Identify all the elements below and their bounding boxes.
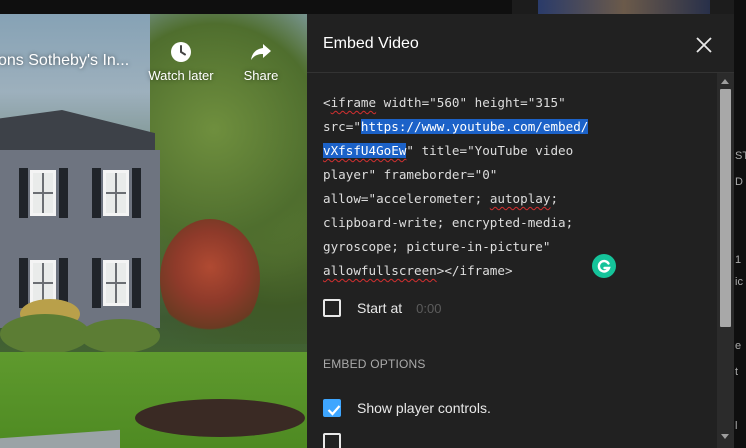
close-icon [696,37,712,53]
shutter [59,168,68,218]
dialog-title: Embed Video [323,35,419,52]
sidebar-fragment: ST D 1 ic e t l [734,0,746,448]
code-text: iframe [330,95,377,110]
sidebar-text-fragment: ic [735,276,743,288]
start-at-label: Start at [357,300,403,316]
show-controls-label: Show player controls. [357,400,491,416]
shutter [92,258,101,308]
code-text: " title="YouTube video [406,143,574,158]
shutter [92,168,101,218]
next-option-checkbox[interactable] [323,433,341,448]
show-controls-checkbox[interactable] [323,399,341,417]
shrub [0,314,90,354]
watch-later-button[interactable]: Watch later [141,40,221,83]
code-text: allowfullscreen [323,263,437,278]
checkmark-icon [327,405,341,416]
scroll-down-arrow-icon[interactable] [721,434,729,439]
sidebar-text-fragment: l [735,420,738,432]
house [0,150,160,328]
sidebar-text-fragment: e [735,340,742,352]
close-button[interactable] [691,32,717,58]
watch-later-label: Watch later [148,68,214,83]
mulch-bed [135,399,305,437]
house-window [103,170,129,216]
scrollbar-thumb[interactable] [720,89,731,327]
shutter [19,168,28,218]
shutter [132,258,141,308]
embed-video-dialog: Embed Video <iframe width="560" height="… [307,14,734,448]
video-player[interactable]: ons Sotheby's In... Watch later Share [0,14,307,448]
code-text: ></iframe> [436,263,513,278]
code-text: src=" [323,119,361,134]
start-at-time-input[interactable] [416,300,457,316]
share-label: Share [243,68,279,83]
code-text: < [323,95,331,110]
scroll-up-arrow-icon[interactable] [721,79,729,84]
code-text: autoplay [489,191,551,206]
code-text: clipboard-write; encrypted-media; [323,215,574,230]
sidebar-text-fragment: 1 [735,254,742,266]
shutter [19,258,28,308]
dialog-header: Embed Video [307,14,734,73]
suggested-video-thumbnail[interactable] [538,0,710,14]
grammarly-button[interactable] [592,254,616,278]
red-maple-tree [160,219,260,339]
selected-url-text: https://www.youtube.com/embed/ [360,119,589,134]
house-window [30,170,56,216]
dialog-scroll-area[interactable]: <iframe width="560" height="315" src="ht… [307,73,717,448]
start-at-row: Start at [323,299,457,317]
video-title[interactable]: ons Sotheby's In... [0,52,129,70]
embed-code-textarea[interactable]: <iframe width="560" height="315" src="ht… [323,91,623,283]
code-text: gyroscope; picture-in-picture" [323,239,551,254]
sidebar-text-fragment: D [735,176,743,188]
embed-options-heading: EMBED OPTIONS [323,357,426,371]
code-text: width="560" height="315" [376,95,566,110]
selected-url-text: vXfsfU4GoEw [323,143,407,158]
sidebar-text-fragment: t [735,366,739,378]
clock-icon [171,42,191,62]
start-at-checkbox[interactable] [323,299,341,317]
sidebar-text-fragment: ST [735,150,746,162]
house-window [103,260,129,306]
next-option-row [323,433,357,448]
code-text: ; [550,191,559,206]
code-text: allow="accelerometer; [323,191,490,206]
show-controls-row: Show player controls. [323,399,491,417]
code-text: player" frameborder="0" [323,167,498,182]
dialog-scrollbar[interactable] [717,73,734,448]
shrub [80,319,160,353]
shutter [132,168,141,218]
grammarly-g-icon [597,259,611,273]
house-roof [0,110,155,152]
share-button[interactable]: Share [221,40,301,83]
share-arrow-icon [251,44,271,60]
